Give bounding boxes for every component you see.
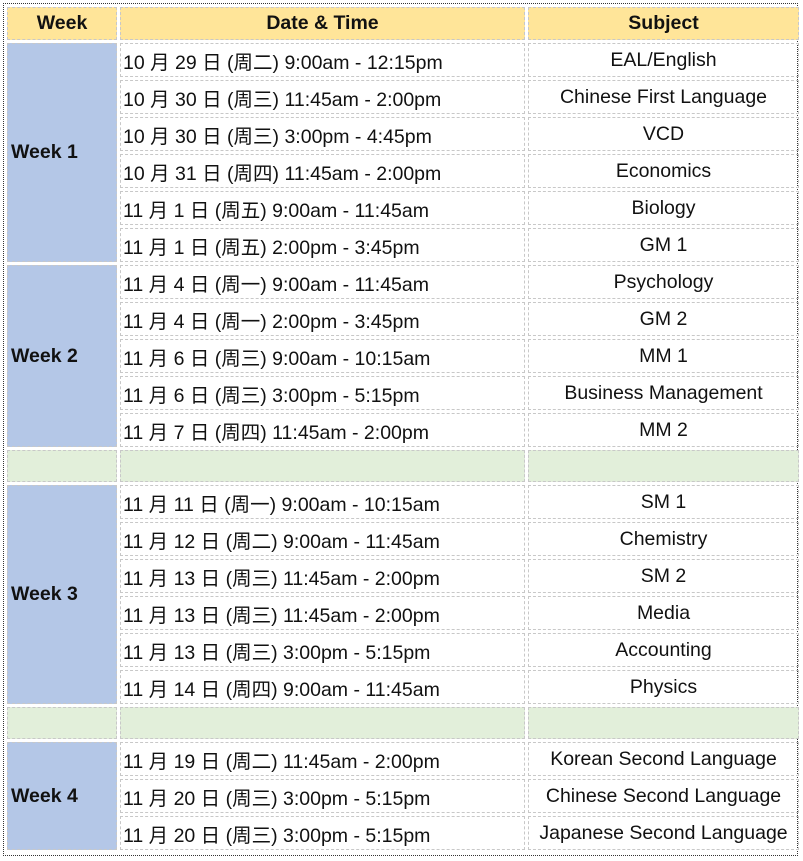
table-row: 11 月 20 日 (周三) 3:00pm - 5:15pm Chinese Se… (7, 779, 799, 813)
subject-cell: Biology (528, 191, 799, 225)
date-time-cell: 10 月 30 日 (周三) 3:00pm - 4:45pm (120, 117, 525, 151)
gap-cell (120, 707, 525, 739)
table-row: 11 月 12 日 (周二) 9:00am - 11:45am Chemistry (7, 522, 799, 556)
table-row: Week 4 11 月 19 日 (周二) 11:45am - 2:00pm Kor… (7, 742, 799, 850)
subject-cell: Japanese Second Language (528, 816, 799, 850)
gap-cell (7, 707, 117, 739)
subject-cell: Chinese Second Language (528, 779, 799, 813)
subject-cell: GM 1 (528, 228, 799, 262)
subject-cell: MM 2 (528, 413, 799, 447)
date-time-cell: 11 月 12 日 (周二) 9:00am - 11:45am (120, 522, 525, 556)
gap-row (7, 450, 799, 482)
subject-cell: VCD (528, 117, 799, 151)
subject-cell: SM 1 (528, 485, 799, 519)
table-row: 10 月 31 日 (周四) 11:45am - 2:00pm Economics (7, 154, 799, 188)
table-row: Week 1 10 月 29 日 (周二) 9:00am - 12:15pm EAL… (7, 43, 799, 262)
date-time-cell: 11 月 7 日 (周四) 11:45am - 2:00pm (120, 413, 525, 447)
gap-row (7, 707, 799, 739)
table-row: 11 月 4 日 (周一) 2:00pm - 3:45pm GM 2 (7, 302, 799, 336)
subject-cell: SM 2 (528, 559, 799, 593)
subject-cell: GM 2 (528, 302, 799, 336)
table-row: Week 2 11 月 4 日 (周一) 9:00am - 11:45am Psyc… (7, 265, 799, 447)
subject-cell: Business Management (528, 376, 799, 410)
table-row: 11 月 13 日 (周三) 3:00pm - 5:15pm Accounting (7, 633, 799, 667)
gap-cell (120, 450, 525, 482)
gap-cell (528, 450, 799, 482)
date-time-cell: 11 月 14 日 (周四) 9:00am - 11:45am (120, 670, 525, 704)
week-label: Week 2 (7, 265, 117, 447)
subject-cell: Media (528, 596, 799, 630)
date-time-cell: 11 月 13 日 (周三) 11:45am - 2:00pm (120, 559, 525, 593)
table-row: 11 月 7 日 (周四) 11:45am - 2:00pm MM 2 (7, 413, 799, 447)
table-row: 11 月 1 日 (周五) 2:00pm - 3:45pm GM 1 (7, 228, 799, 262)
table-row: 11 月 13 日 (周三) 11:45am - 2:00pm Media (7, 596, 799, 630)
table-row: 11 月 6 日 (周三) 3:00pm - 5:15pm Business Ma… (7, 376, 799, 410)
header-date-time: Date & Time (120, 7, 525, 40)
date-time-cell: 11 月 4 日 (周一) 2:00pm - 3:45pm (120, 302, 525, 336)
date-time-cell: 11 月 19 日 (周二) 11:45am - 2:00pm (120, 742, 525, 776)
subject-cell: Economics (528, 154, 799, 188)
date-time-cell: 11 月 4 日 (周一) 9:00am - 11:45am (120, 265, 525, 299)
date-time-cell: 11 月 20 日 (周三) 3:00pm - 5:15pm (120, 816, 525, 850)
subject-cell: Chemistry (528, 522, 799, 556)
date-time-cell: 11 月 11 日 (周一) 9:00am - 10:15am (120, 485, 525, 519)
table-row: 11 月 6 日 (周三) 9:00am - 10:15am MM 1 (7, 339, 799, 373)
subject-cell: Physics (528, 670, 799, 704)
gap-cell (7, 450, 117, 482)
date-time-cell: 11 月 13 日 (周三) 3:00pm - 5:15pm (120, 633, 525, 667)
date-time-cell: 10 月 31 日 (周四) 11:45am - 2:00pm (120, 154, 525, 188)
table-row: 11 月 14 日 (周四) 9:00am - 11:45am Physics (7, 670, 799, 704)
subject-cell: Accounting (528, 633, 799, 667)
table-row: 10 月 30 日 (周三) 11:45am - 2:00pm Chinese F… (7, 80, 799, 114)
table-row: Week 3 11 月 11 日 (周一) 9:00am - 10:15am SM … (7, 485, 799, 704)
date-time-cell: 11 月 1 日 (周五) 2:00pm - 3:45pm (120, 228, 525, 262)
table-row: 11 月 20 日 (周三) 3:00pm - 5:15pm Japanese S… (7, 816, 799, 850)
exam-schedule-table: Week Date & Time Subject Week 1 10 月 29 日… (4, 4, 802, 853)
date-time-cell: 10 月 29 日 (周二) 9:00am - 12:15pm (120, 43, 525, 77)
date-time-cell: 11 月 1 日 (周五) 9:00am - 11:45am (120, 191, 525, 225)
date-time-cell: 11 月 6 日 (周三) 3:00pm - 5:15pm (120, 376, 525, 410)
week-label: Week 4 (7, 742, 117, 850)
header-subject: Subject (528, 7, 799, 40)
table-row: 10 月 30 日 (周三) 3:00pm - 4:45pm VCD (7, 117, 799, 151)
date-time-cell: 11 月 13 日 (周三) 11:45am - 2:00pm (120, 596, 525, 630)
date-time-cell: 10 月 30 日 (周三) 11:45am - 2:00pm (120, 80, 525, 114)
subject-cell: Chinese First Language (528, 80, 799, 114)
table-row: 11 月 13 日 (周三) 11:45am - 2:00pm SM 2 (7, 559, 799, 593)
header-week: Week (7, 7, 117, 40)
gap-cell (528, 707, 799, 739)
date-time-cell: 11 月 20 日 (周三) 3:00pm - 5:15pm (120, 779, 525, 813)
week-label: Week 1 (7, 43, 117, 262)
date-time-cell: 11 月 6 日 (周三) 9:00am - 10:15am (120, 339, 525, 373)
subject-cell: Psychology (528, 265, 799, 299)
subject-cell: Korean Second Language (528, 742, 799, 776)
subject-cell: MM 1 (528, 339, 799, 373)
subject-cell: EAL/English (528, 43, 799, 77)
header-row: Week Date & Time Subject (7, 7, 799, 40)
week-label: Week 3 (7, 485, 117, 704)
table-row: 11 月 1 日 (周五) 9:00am - 11:45am Biology (7, 191, 799, 225)
